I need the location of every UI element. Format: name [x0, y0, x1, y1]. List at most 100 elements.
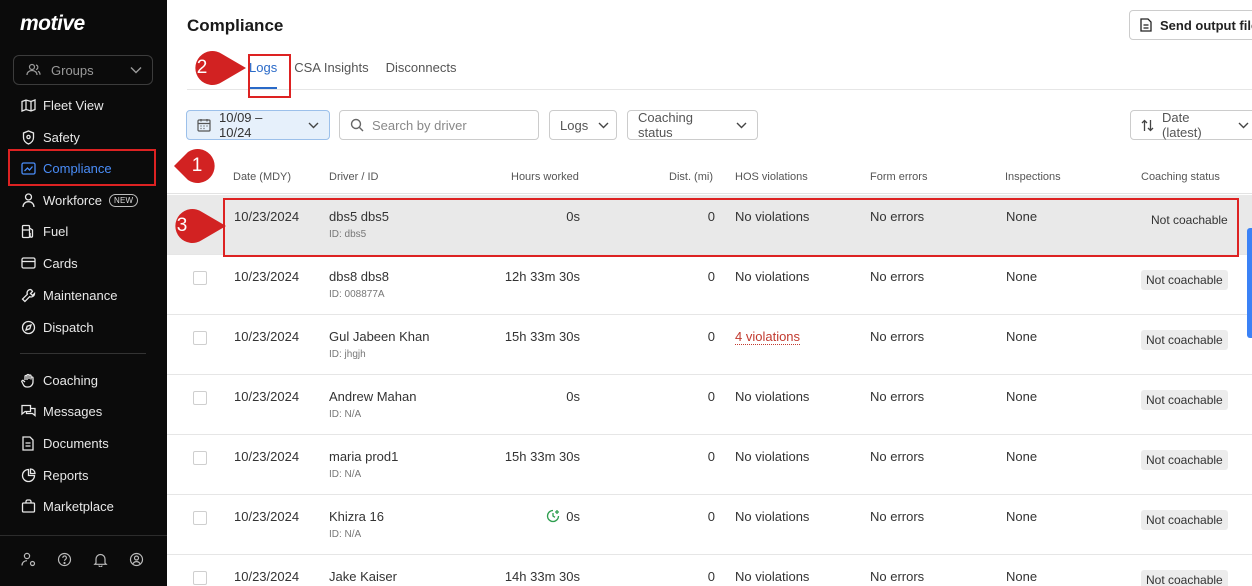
- sidebar-item-documents[interactable]: Documents: [8, 428, 154, 458]
- sidebar: motive Groups Fleet View Safety Complian…: [0, 0, 167, 586]
- sidebar-item-coaching[interactable]: Coaching: [8, 365, 154, 395]
- motive-logo[interactable]: motive: [20, 12, 85, 36]
- sidebar-item-label: Cards: [43, 255, 78, 271]
- driver-name: Jake Kaiser: [329, 569, 397, 584]
- driver-cell[interactable]: dbs5 dbs5 ID: dbs5: [329, 209, 389, 240]
- sidebar-item-label: Compliance: [43, 160, 112, 176]
- search-placeholder: Search by driver: [372, 117, 467, 133]
- driver-cell[interactable]: Khizra 16 ID: N/A: [329, 509, 384, 540]
- tab-logs[interactable]: Logs: [249, 60, 278, 89]
- page-title: Compliance: [187, 16, 284, 35]
- inspections-cell: None: [1006, 449, 1038, 464]
- distance-cell: 0: [707, 509, 715, 524]
- annotation-marker-2: 2: [184, 50, 246, 86]
- tab-csa-insights[interactable]: CSA Insights: [294, 60, 368, 89]
- marketplace-icon: [20, 498, 36, 514]
- sidebar-item-label: Fleet View: [43, 97, 104, 113]
- sidebar-item-reports[interactable]: Reports: [8, 460, 154, 490]
- row-checkbox[interactable]: [193, 511, 207, 525]
- fleet-view-icon: [20, 97, 36, 113]
- send-output-file-button[interactable]: Send output file: [1129, 10, 1252, 40]
- sidebar-item-label: Documents: [43, 435, 109, 451]
- date-range-filter[interactable]: 10/09 – 10/24: [186, 110, 330, 140]
- driver-id: ID: jhgjh: [329, 349, 366, 360]
- bell-icon[interactable]: [93, 552, 109, 568]
- coaching-status-badge: Not coachable: [1141, 390, 1228, 410]
- user-settings-icon[interactable]: [21, 552, 37, 568]
- driver-cell[interactable]: Andrew Mahan ID: N/A: [329, 389, 416, 420]
- column-header-coaching-status[interactable]: Coaching status: [1141, 171, 1220, 183]
- hos-violations-cell: No violations: [735, 209, 810, 224]
- hours-cell: 0s: [566, 209, 580, 224]
- table-row[interactable]: 10/23/2024 Andrew Mahan ID: N/A 0s 0 No …: [167, 375, 1252, 435]
- sidebar-item-workforce[interactable]: Workforce NEW: [8, 185, 154, 215]
- account-icon[interactable]: [129, 552, 145, 568]
- table-row[interactable]: 10/23/2024 dbs8 dbs8 ID: 008877A 12h 33m…: [167, 255, 1252, 315]
- hours-cell: 12h 33m 30s: [504, 269, 580, 284]
- column-header-driver[interactable]: Driver / ID: [329, 171, 379, 183]
- search-input[interactable]: Search by driver: [339, 110, 539, 140]
- driver-cell[interactable]: maria prod1 ID: N/A: [329, 449, 398, 480]
- sidebar-item-maintenance[interactable]: Maintenance: [8, 280, 154, 310]
- table-row[interactable]: 10/23/2024 Gul Jabeen Khan ID: jhgjh 15h…: [167, 315, 1252, 375]
- column-header-distance[interactable]: Dist. (mi): [669, 171, 713, 183]
- logs-filter[interactable]: Logs: [549, 110, 617, 140]
- distance-cell: 0: [707, 389, 715, 404]
- hos-violations-cell[interactable]: 4 violations: [735, 329, 801, 345]
- driver-cell[interactable]: dbs8 dbs8 ID: 008877A: [329, 269, 389, 300]
- table-row[interactable]: 10/23/2024 Khizra 16 ID: N/A 0s 0 No vio…: [167, 495, 1252, 555]
- scrollbar-handle[interactable]: [1247, 228, 1252, 338]
- sort-dropdown[interactable]: Date (latest): [1130, 110, 1252, 140]
- row-checkbox[interactable]: [193, 571, 207, 585]
- form-errors-cell: No errors: [870, 569, 925, 584]
- groups-dropdown[interactable]: Groups: [13, 55, 153, 85]
- sidebar-item-cards[interactable]: Cards: [8, 248, 154, 278]
- sidebar-item-compliance[interactable]: Compliance: [8, 153, 154, 183]
- date-cell: 10/23/2024: [234, 569, 300, 584]
- driver-name: Khizra 16: [329, 509, 384, 524]
- tab-bar: Logs CSA Insights Disconnects: [249, 60, 473, 89]
- coaching-status-badge: Not coachable: [1141, 330, 1228, 350]
- row-checkbox[interactable]: [193, 271, 207, 285]
- sidebar-item-marketplace[interactable]: Marketplace: [8, 491, 154, 521]
- sidebar-item-messages[interactable]: Messages: [8, 396, 154, 426]
- coaching-status-filter[interactable]: Coaching status: [627, 110, 758, 140]
- column-header-form-errors[interactable]: Form errors: [870, 171, 927, 183]
- sidebar-item-dispatch[interactable]: Dispatch: [8, 312, 154, 342]
- column-header-hours[interactable]: Hours worked: [511, 171, 579, 183]
- form-errors-cell: No errors: [870, 389, 925, 404]
- tab-disconnects[interactable]: Disconnects: [386, 60, 457, 89]
- sidebar-item-safety[interactable]: Safety: [8, 122, 154, 152]
- coaching-status-badge: Not coachable: [1151, 213, 1228, 227]
- column-header-hos-violations[interactable]: HOS violations: [735, 171, 808, 183]
- driver-cell[interactable]: Gul Jabeen Khan ID: jhgjh: [329, 329, 429, 360]
- sidebar-item-label: Messages: [43, 403, 103, 419]
- table-row[interactable]: 10/23/2024 maria prod1 ID: N/A 15h 33m 3…: [167, 435, 1252, 495]
- hours-cell: 0s: [566, 389, 580, 404]
- calendar-icon: [197, 118, 211, 132]
- dispatch-icon: [20, 319, 36, 335]
- driver-name: maria prod1: [329, 449, 399, 464]
- driver-cell[interactable]: Jake Kaiser: [329, 569, 397, 584]
- row-checkbox[interactable]: [193, 331, 207, 345]
- row-checkbox[interactable]: [193, 451, 207, 465]
- person-icon: [20, 192, 36, 208]
- sidebar-item-fuel[interactable]: Fuel: [8, 216, 154, 246]
- driver-name: Gul Jabeen Khan: [329, 329, 430, 344]
- chevron-down-icon: [130, 66, 142, 74]
- annotation-number: 1: [191, 155, 203, 176]
- date-cell: 10/23/2024: [234, 449, 300, 464]
- hos-violations-cell: No violations: [735, 449, 810, 464]
- inspections-cell: None: [1006, 509, 1038, 524]
- shield-icon: [20, 129, 36, 145]
- sidebar-item-fleet-view[interactable]: Fleet View: [8, 90, 154, 120]
- row-checkbox[interactable]: [193, 391, 207, 405]
- column-header-inspections[interactable]: Inspections: [1005, 171, 1061, 183]
- coaching-status-filter-label: Coaching status: [638, 110, 693, 140]
- help-icon[interactable]: [57, 552, 73, 568]
- violations-link[interactable]: 4 violations: [735, 329, 801, 345]
- table-row[interactable]: 10/23/2024 Jake Kaiser 14h 33m 30s 0 No …: [167, 555, 1252, 586]
- hours-cell: 0s: [546, 509, 580, 524]
- column-header-date[interactable]: Date (MDY): [233, 171, 291, 183]
- table-row[interactable]: 10/23/2024 dbs5 dbs5 ID: dbs5 0s 0 No vi…: [167, 195, 1252, 255]
